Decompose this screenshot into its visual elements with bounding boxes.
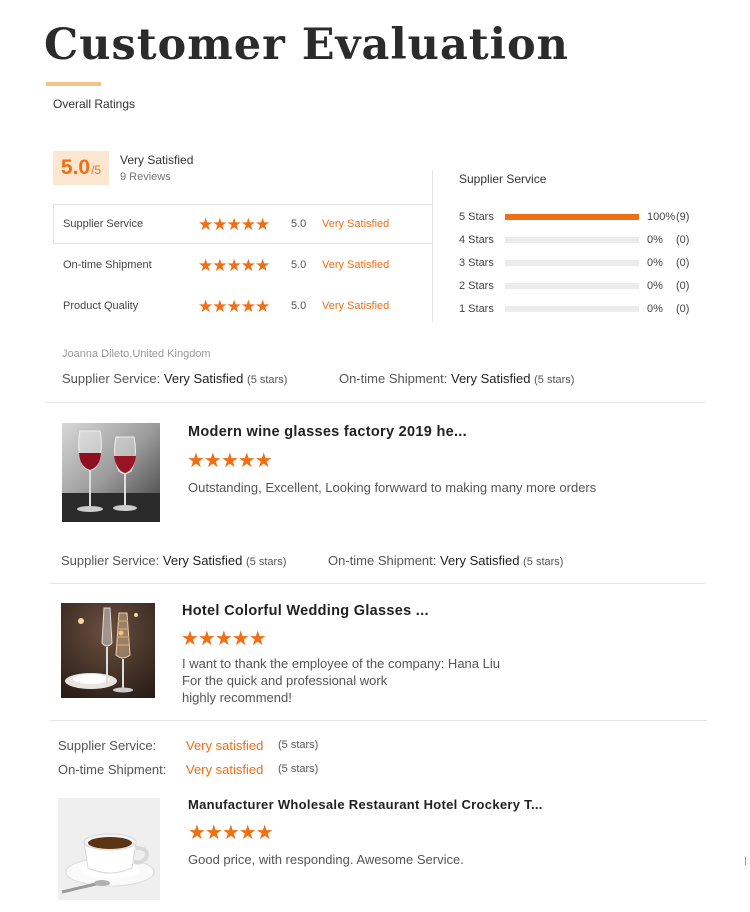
review-supplier-service: Supplier Service: Very Satisfied (5 star… xyxy=(62,371,287,386)
star-rating: ★★★★★ xyxy=(198,214,270,234)
rating-label: Supplier Service xyxy=(63,218,144,230)
divider xyxy=(50,583,705,584)
distribution-row: 2 Stars 0% (0) xyxy=(459,278,709,294)
product-thumbnail-wedding-glasses[interactable] xyxy=(61,603,155,698)
review-supplier-service-value: Very satisfied xyxy=(186,738,264,753)
distribution-bar-track xyxy=(505,237,639,243)
service-stars: (5 stars) xyxy=(247,374,288,386)
product-thumbnail-wine-glasses[interactable] xyxy=(62,423,160,522)
shipment-value: Very Satisfied xyxy=(451,371,531,386)
rating-text: Very Satisfied xyxy=(322,259,390,271)
distribution-title: Supplier Service xyxy=(459,172,547,186)
review-shipment-label: On-time Shipment: xyxy=(58,762,167,777)
edge-mark xyxy=(745,857,746,865)
distribution-bar-track xyxy=(505,214,639,220)
star-rating: ★★★★★ xyxy=(198,296,270,316)
distribution-count: (9) xyxy=(676,211,690,223)
product-star-rating: ★★★★★ xyxy=(187,450,273,472)
shipment-value: Very Satisfied xyxy=(440,553,520,568)
service-value: Very Satisfied xyxy=(163,371,244,386)
review-shipment-stars: (5 stars) xyxy=(278,763,319,775)
service-value: Very Satisfied xyxy=(162,553,243,568)
review-on-time-shipment: On-time Shipment: Very Satisfied (5 star… xyxy=(339,371,574,386)
review-text-line: highly recommend! xyxy=(182,690,292,705)
rating-label: On-time Shipment xyxy=(63,259,152,271)
distribution-percent: 0% xyxy=(647,303,663,315)
review-on-time-shipment: On-time Shipment: Very Satisfied (5 star… xyxy=(328,553,563,568)
product-title[interactable]: Modern wine glasses factory 2019 he... xyxy=(188,424,467,440)
overall-ratings-label: Overall Ratings xyxy=(53,97,136,111)
product-thumbnail-crockery[interactable] xyxy=(58,798,160,900)
overall-score-badge: 5.0 /5 xyxy=(53,151,109,185)
distribution-label: 1 Stars xyxy=(459,303,494,315)
rating-row-supplier-service: Supplier Service ★★★★★ 5.0 Very Satisfie… xyxy=(53,204,433,244)
reviewer-name: Joanna Dileto,United Kingdom xyxy=(62,348,211,360)
rating-text: Very Satisfied xyxy=(322,300,390,312)
review-text-line: For the quick and professional work xyxy=(182,673,388,688)
review-text: Good price, with responding. Awesome Ser… xyxy=(188,852,464,867)
divider xyxy=(50,720,707,721)
overall-score-max: /5 xyxy=(91,163,102,177)
overall-score: 5.0 xyxy=(60,156,91,179)
distribution-percent: 0% xyxy=(647,257,663,269)
distribution-label: 3 Stars xyxy=(459,257,494,269)
rating-score: 5.0 xyxy=(291,300,307,312)
page-title: Customer Evaluation xyxy=(44,20,569,70)
distribution-bar-track xyxy=(505,283,639,289)
distribution-row: 1 Stars 0% (0) xyxy=(459,301,709,317)
star-rating: ★★★★★ xyxy=(198,255,270,275)
distribution-row: 4 Stars 0% (0) xyxy=(459,232,709,248)
distribution-bar-track xyxy=(505,306,639,312)
overall-satisfaction: Very Satisfied xyxy=(120,153,194,167)
rating-row-product-quality: Product Quality ★★★★★ 5.0 Very Satisfied xyxy=(53,286,433,326)
rating-score: 5.0 xyxy=(291,259,307,271)
divider xyxy=(432,170,433,204)
review-count: 9 Reviews xyxy=(120,171,171,183)
review-shipment-value: Very satisfied xyxy=(186,762,264,777)
review-text: Outstanding, Excellent, Looking forwward… xyxy=(188,480,597,495)
distribution-label: 4 Stars xyxy=(459,234,494,246)
distribution-row: 3 Stars 0% (0) xyxy=(459,255,709,271)
title-underline xyxy=(46,82,101,86)
product-title[interactable]: Manufacturer Wholesale Restaurant Hotel … xyxy=(188,797,543,812)
product-title[interactable]: Hotel Colorful Wedding Glasses ... xyxy=(182,603,429,619)
review-supplier-service: Supplier Service: Very Satisfied (5 star… xyxy=(61,553,286,568)
distribution-count: (0) xyxy=(676,257,690,269)
review-supplier-service-label: Supplier Service: xyxy=(58,738,157,753)
distribution-label: 5 Stars xyxy=(459,211,494,223)
rating-score: 5.0 xyxy=(291,218,307,230)
distribution-bar-track xyxy=(505,260,639,266)
review-text-line: I want to thank the employee of the comp… xyxy=(182,656,500,671)
distribution-bar-fill xyxy=(505,214,639,220)
divider xyxy=(46,402,705,403)
distribution-percent: 100% xyxy=(647,211,676,223)
product-star-rating: ★★★★★ xyxy=(181,628,267,650)
rating-row-on-time-shipment: On-time Shipment ★★★★★ 5.0 Very Satisfie… xyxy=(53,245,433,285)
review-supplier-service-stars: (5 stars) xyxy=(278,739,319,751)
shipment-label: On-time Shipment: xyxy=(339,371,448,386)
distribution-count: (0) xyxy=(676,280,690,292)
shipment-stars: (5 stars) xyxy=(534,374,575,386)
service-label: Supplier Service: xyxy=(62,371,161,386)
rating-label: Product Quality xyxy=(63,300,139,312)
wine-glasses-image xyxy=(62,423,160,522)
distribution-percent: 0% xyxy=(647,280,663,292)
coffee-cup-image xyxy=(58,798,160,900)
shipment-label: On-time Shipment: xyxy=(328,553,437,568)
shipment-stars: (5 stars) xyxy=(523,556,564,568)
distribution-label: 2 Stars xyxy=(459,280,494,292)
service-stars: (5 stars) xyxy=(246,556,287,568)
wedding-glasses-image xyxy=(61,603,155,698)
product-star-rating: ★★★★★ xyxy=(188,822,274,844)
service-label: Supplier Service: xyxy=(61,553,160,568)
distribution-count: (0) xyxy=(676,234,690,246)
distribution-row: 5 Stars 100% (9) xyxy=(459,209,709,225)
distribution-percent: 0% xyxy=(647,234,663,246)
distribution-count: (0) xyxy=(676,303,690,315)
rating-text: Very Satisfied xyxy=(322,218,390,230)
